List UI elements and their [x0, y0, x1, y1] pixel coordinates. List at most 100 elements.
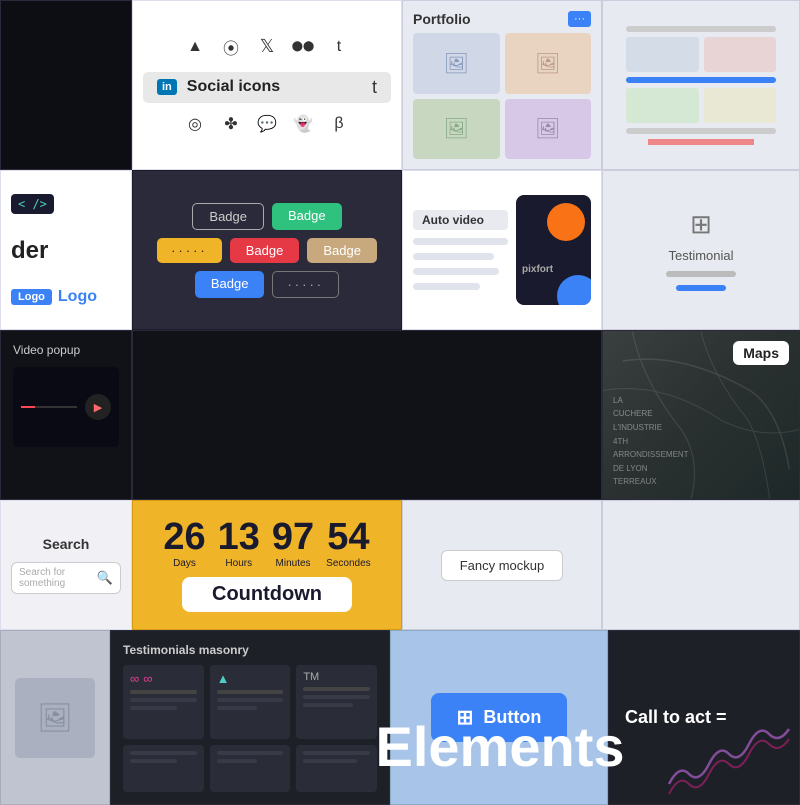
masonry-line-11: [130, 759, 177, 763]
linkedin-icon: in: [157, 79, 177, 95]
search-label: Search: [43, 536, 90, 552]
social-icon-flickr: ⬤⬤: [288, 32, 318, 62]
play-button[interactable]: ▶: [85, 394, 111, 420]
logo-text-2: Logo: [58, 288, 97, 306]
search-icon: 🔍: [97, 570, 113, 586]
testimonial-cell: ⊞ Testimonial: [602, 170, 800, 330]
countdown-hours: 13 Hours: [218, 518, 260, 569]
auto-video-content: Auto video: [413, 210, 508, 290]
tumblr-icon-2: t: [372, 77, 377, 98]
badge-red[interactable]: Badge: [230, 238, 300, 263]
testimonial-line-2: [676, 285, 726, 291]
badge-green[interactable]: Badge: [272, 203, 342, 230]
video-popup-screen[interactable]: ▶: [13, 367, 119, 447]
countdown-minutes-label: Minutes: [276, 558, 311, 569]
cta-squiggle-svg: [659, 714, 799, 804]
testimonial-label: Testimonial: [668, 248, 733, 263]
testimonial-icon: ⊞: [690, 209, 712, 240]
badge-row-2: ····· Badge Badge: [157, 238, 377, 263]
social-icon-twitter: 𝕏: [252, 32, 282, 62]
fancy-mockup-cell: Fancy mockup: [402, 500, 602, 630]
masonry-item-6: [296, 745, 377, 792]
masonry-line-9: [303, 703, 353, 707]
bottom-thumb: 🖼: [15, 678, 95, 758]
badge-tan[interactable]: Badge: [307, 238, 377, 263]
elements-center-cell: 01 Elements: [132, 330, 602, 500]
masonry-line-3: [130, 706, 177, 710]
masonry-item-4: [123, 745, 204, 792]
social-icons-label: Social icons: [187, 78, 280, 96]
portfolio-view-btn[interactable]: ···: [568, 11, 591, 27]
masonry-icon-4: TM: [303, 671, 319, 683]
social-icon-blogger: β: [324, 109, 354, 139]
video-popup-label: Video popup: [13, 343, 119, 357]
bottom-cell-1: 🖼: [0, 630, 110, 805]
social-icon-snapchat: 👻: [288, 109, 318, 139]
masonry-icon-row-3: TM: [303, 671, 370, 683]
masonry-icon-2: ∞: [143, 671, 152, 686]
masonry-icon-3: ▲: [217, 671, 230, 686]
masonry-line-1: [130, 690, 197, 694]
maps-cell[interactable]: Maps LACUCHEREL'INDUSTRIE4THARRONDISSEME…: [602, 330, 800, 500]
masonry-item-5: [210, 745, 291, 792]
blue-circle: [557, 275, 591, 305]
elements-title: Elements: [376, 714, 625, 779]
badges-cell: Badge Badge ····· Badge Badge Badge ····…: [132, 170, 402, 330]
social-icon-deviant: ✤: [216, 109, 246, 139]
extra-mini-4: [704, 88, 776, 123]
extra-top-right-cell: [602, 0, 800, 170]
extra-mini-grid: [626, 37, 776, 72]
extra-line-2: [626, 77, 776, 83]
badge-blue[interactable]: Badge: [195, 271, 265, 298]
badge-dots-outline[interactable]: ·····: [272, 271, 339, 298]
extra-line-1: [626, 26, 776, 32]
extra-mini-1: [626, 37, 698, 72]
maps-overlay-text: LACUCHEREL'INDUSTRIE4THARRONDISSEMENTDE …: [613, 394, 689, 489]
fancy-mockup-btn[interactable]: Fancy mockup: [441, 550, 564, 581]
masonry-icon-row-2: ▲: [217, 671, 284, 686]
countdown-seconds-value: 54: [327, 518, 369, 556]
countdown-numbers: 26 Days 13 Hours 97 Minutes 54 Secondes: [163, 518, 370, 569]
auto-video-preview: pixfort: [516, 195, 591, 305]
video-popup-cell: Video popup ▶: [0, 330, 132, 500]
portfolio-label: Portfolio: [413, 11, 471, 27]
extra-line-3: [626, 128, 776, 134]
portfolio-cell: Portfolio ··· 🖼 🖼 🖼 🖼: [402, 0, 602, 170]
auto-video-line-3: [413, 268, 499, 275]
testimonials-masonry-label: Testimonials masonry: [123, 643, 377, 657]
masonry-icon-1: ∞: [130, 671, 139, 686]
badge-outline-1[interactable]: Badge: [192, 203, 264, 230]
countdown-minutes: 97 Minutes: [272, 518, 314, 569]
badge-row-1: Badge Badge: [192, 203, 341, 230]
masonry-line-6: [217, 706, 257, 710]
auto-video-cell: Auto video pixfort: [402, 170, 602, 330]
masonry-line-7: [303, 687, 370, 691]
badge-dots-orange[interactable]: ·····: [157, 238, 222, 263]
extra-line-4: [648, 139, 754, 145]
countdown-days: 26 Days: [163, 518, 205, 569]
social-label-row: in Social icons t: [143, 72, 391, 103]
masonry-line-14: [303, 751, 370, 755]
search-input-box[interactable]: Search for something 🔍: [11, 562, 121, 594]
portfolio-grid: 🖼 🖼 🖼 🖼: [413, 33, 591, 159]
maps-label: Maps: [733, 341, 789, 365]
testimonials-masonry-cell: Testimonials masonry ∞ ∞ ▲: [110, 630, 390, 805]
portfolio-thumb-1: 🖼: [413, 33, 500, 94]
countdown-seconds: 54 Secondes: [326, 518, 370, 569]
masonry-item-1: ∞ ∞: [123, 665, 204, 739]
masonry-line-5: [217, 698, 284, 702]
auto-video-label: Auto video: [413, 210, 508, 230]
call-to-act-cell: Call to act =: [608, 630, 800, 805]
masonry-grid: ∞ ∞ ▲ TM: [123, 665, 377, 792]
auto-video-line-2: [413, 253, 494, 260]
auto-video-line-1: [413, 238, 508, 245]
social-icons-bottom-row: ◎ ✤ 💬 👻 β: [180, 109, 354, 139]
social-icons-cell: ▲ ⦿ 𝕏 ⬤⬤ t in Social icons t ◎ ✤ 💬 👻 β: [132, 0, 402, 170]
countdown-minutes-value: 97: [272, 518, 314, 556]
extra-mini-3: [626, 88, 698, 123]
hero-left-cell: [0, 0, 132, 170]
orange-circle: [547, 203, 585, 241]
countdown-title: Countdown: [182, 577, 352, 612]
countdown-days-label: Days: [173, 558, 196, 569]
logo-text-1: der: [11, 237, 48, 265]
